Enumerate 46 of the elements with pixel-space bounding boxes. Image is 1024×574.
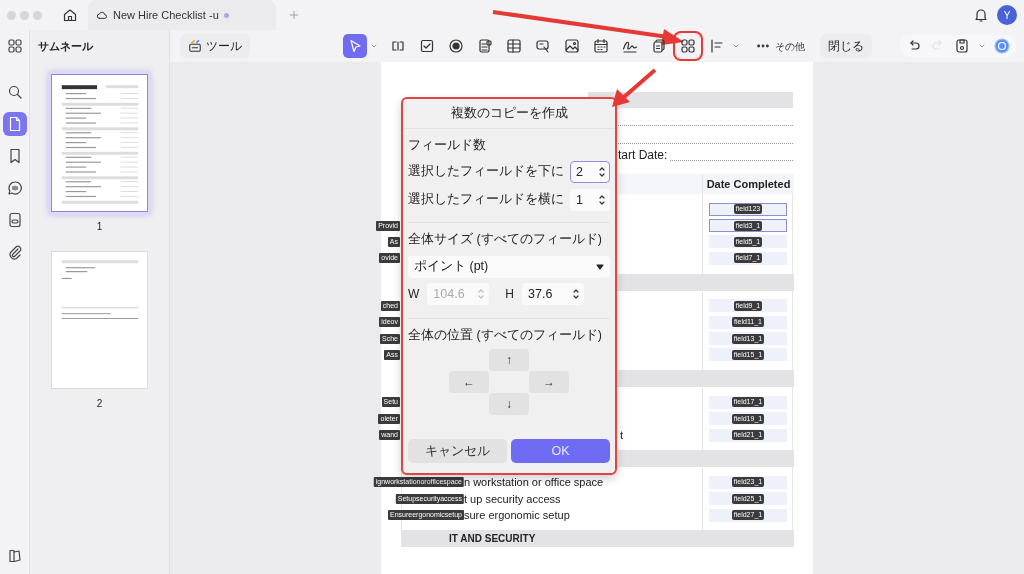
ok-button[interactable]: OK — [511, 439, 610, 463]
grid-icon[interactable] — [676, 34, 700, 58]
start-date-label: tart Date: — [618, 147, 668, 164]
task-text: sure ergonomic setup — [464, 508, 570, 524]
task-text: t up security access — [464, 491, 561, 507]
more-button[interactable]: その他 — [754, 34, 807, 58]
home-icon[interactable] — [62, 7, 78, 23]
section-label: 全体サイズ (すべてのフィールド) — [408, 230, 603, 248]
field-label: H — [505, 285, 514, 303]
stepper-icon[interactable] — [598, 165, 606, 178]
nudge-button[interactable]: ↓ — [489, 393, 529, 416]
task-text: t — [620, 427, 624, 443]
toolbox-icon — [188, 39, 202, 53]
section-label: フィールド数 — [408, 137, 487, 154]
nudge-button[interactable]: → — [529, 371, 569, 394]
cancel-button[interactable]: キャンセル — [408, 439, 507, 463]
unit-select[interactable]: ポイント (pt) — [408, 255, 610, 278]
avatar[interactable]: Y — [997, 5, 1017, 25]
field-label: W — [408, 285, 420, 303]
field-label: 選択したフィールドを下に — [408, 163, 564, 181]
tools-button[interactable]: ツール — [180, 34, 250, 58]
panel-title: サムネール — [37, 38, 94, 54]
stepper-icon[interactable] — [572, 287, 580, 300]
number-field[interactable]: 37.6 — [522, 282, 584, 305]
nudge-button[interactable]: ← — [449, 371, 489, 394]
page-number: 1 — [96, 220, 103, 234]
page-number: 2 — [96, 397, 103, 411]
section-label: 全体の位置 (すべてのフィールド) — [408, 326, 603, 344]
task-text: n workstation or office space — [464, 475, 604, 491]
bell-icon[interactable] — [973, 7, 989, 23]
column-header: Date Completed — [706, 176, 791, 192]
nudge-button[interactable]: ↑ — [489, 349, 529, 372]
number-field[interactable]: 2 — [570, 160, 610, 183]
field-label: 選択したフィールドを横に — [408, 191, 564, 209]
assistant-icon[interactable] — [994, 38, 1010, 54]
cloud-icon — [96, 9, 108, 21]
dialog-title: 複数のコピーを作成 — [450, 105, 568, 123]
number-field[interactable]: 1 — [570, 188, 610, 211]
save-icon[interactable] — [954, 38, 970, 54]
stepper-icon[interactable] — [598, 193, 606, 206]
document-tab[interactable]: New Hire Checklist -u — [88, 0, 276, 30]
section-heading: IT AND SECURITY — [449, 532, 536, 547]
page-icon[interactable] — [2, 112, 27, 136]
caret-icon[interactable] — [596, 262, 604, 271]
close-button[interactable]: 閉じる — [820, 34, 872, 58]
cursor-icon[interactable] — [343, 34, 367, 58]
